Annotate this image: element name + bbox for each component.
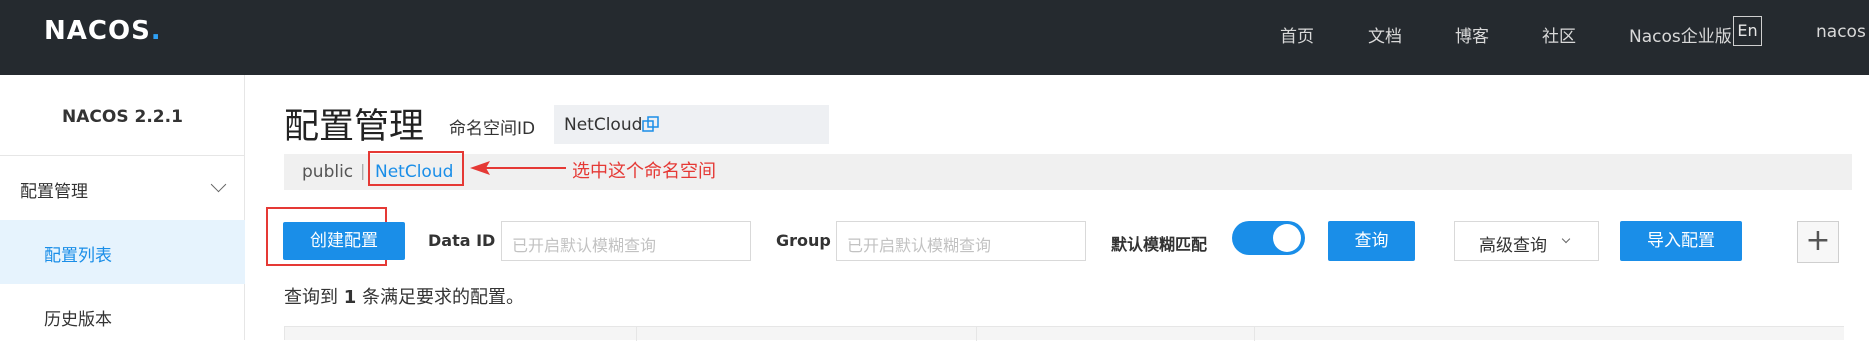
plus-icon[interactable]: + xyxy=(1797,221,1839,263)
advanced-query-button[interactable]: 高级查询 xyxy=(1454,221,1599,261)
namespace-id-value: NetCloud xyxy=(564,115,643,135)
sidebar: NACOS 2.2.1 配置管理 配置列表 历史版本 xyxy=(0,75,245,340)
query-button[interactable]: 查询 xyxy=(1328,221,1415,261)
config-table-header xyxy=(284,326,1844,341)
data-id-label: Data ID xyxy=(428,231,496,250)
nav-docs[interactable]: 文档 xyxy=(1368,22,1402,47)
language-switch[interactable]: En xyxy=(1733,16,1762,46)
nav-enterprise[interactable]: Nacos企业版 xyxy=(1629,22,1732,47)
sidebar-item-history[interactable]: 历史版本 xyxy=(0,284,245,348)
nacos-logo[interactable]: NACOS. xyxy=(44,16,162,46)
sidebar-group-label: 配置管理 xyxy=(20,182,88,202)
namespace-separator: | xyxy=(360,161,366,180)
data-id-placeholder: 已开启默认模糊查询 xyxy=(512,236,657,255)
nav-blog[interactable]: 博客 xyxy=(1455,22,1489,47)
import-config-button[interactable]: 导入配置 xyxy=(1620,221,1742,261)
group-placeholder: 已开启默认模糊查询 xyxy=(847,236,992,255)
query-result-summary: 查询到 1 条满足要求的配置。 xyxy=(284,283,524,309)
sidebar-item-label: 历史版本 xyxy=(44,310,112,330)
sidebar-divider xyxy=(0,155,245,156)
advanced-query-label: 高级查询 xyxy=(1479,236,1547,256)
sidebar-item-config-list[interactable]: 配置列表 xyxy=(0,220,245,284)
annotation-arrow-icon xyxy=(470,161,566,175)
table-column-divider xyxy=(976,327,977,341)
group-input[interactable]: 已开启默认模糊查询 xyxy=(836,221,1086,261)
namespace-id-label: 命名空间ID xyxy=(449,119,536,139)
table-column-divider xyxy=(636,327,637,341)
nav-community[interactable]: 社区 xyxy=(1542,22,1576,47)
user-menu[interactable]: nacos xyxy=(1816,22,1866,42)
table-column-divider xyxy=(1254,327,1255,341)
group-label: Group xyxy=(776,231,831,250)
toggle-knob xyxy=(1273,224,1301,252)
result-count: 1 xyxy=(343,287,357,308)
copy-icon[interactable] xyxy=(641,115,661,135)
result-prefix: 查询到 xyxy=(284,287,338,308)
fuzzy-match-toggle[interactable] xyxy=(1232,221,1305,255)
result-suffix: 条满足要求的配置。 xyxy=(362,287,524,308)
sidebar-group-config[interactable]: 配置管理 xyxy=(0,157,245,219)
data-id-input[interactable]: 已开启默认模糊查询 xyxy=(501,221,751,261)
create-config-button[interactable]: 创建配置 xyxy=(283,222,405,260)
namespace-id-box: NetCloud xyxy=(554,105,829,144)
chevron-down-icon xyxy=(1561,234,1571,244)
highlight-box-namespace xyxy=(368,151,464,186)
sidebar-item-label: 配置列表 xyxy=(44,246,112,266)
version-label: NACOS 2.2.1 xyxy=(62,107,183,127)
namespace-tab-public[interactable]: public xyxy=(302,162,353,182)
annotation-text: 选中这个命名空间 xyxy=(572,161,716,182)
page-title: 配置管理 xyxy=(284,107,425,147)
chevron-down-icon xyxy=(210,176,227,193)
fuzzy-match-label: 默认模糊匹配 xyxy=(1111,235,1208,254)
nav-home[interactable]: 首页 xyxy=(1280,22,1314,47)
top-navbar: NACOS. 首页 文档 博客 社区 Nacos企业版 En nacos xyxy=(0,0,1869,75)
